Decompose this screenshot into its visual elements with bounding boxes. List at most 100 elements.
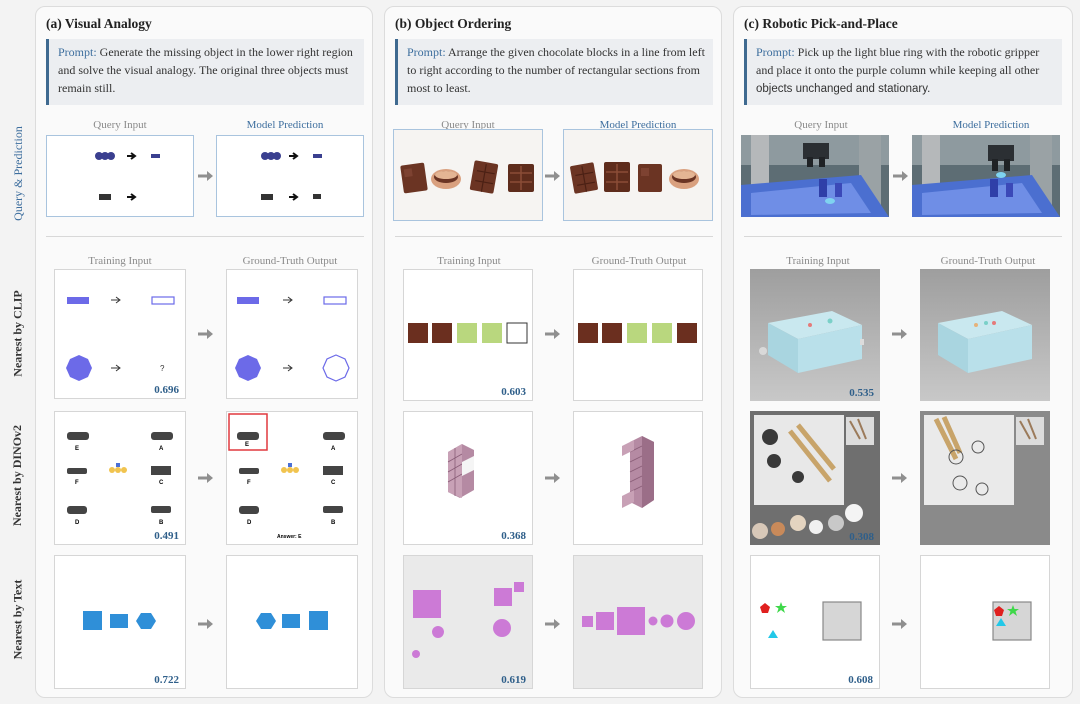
prompt-label: Prompt: — [58, 45, 97, 59]
arrow-icon — [198, 329, 213, 339]
clip-ground-truth-image — [920, 269, 1050, 401]
text-training-input-image: 0.608 — [750, 555, 880, 689]
prompt-box: Prompt: Pick up the light blue ring with… — [744, 39, 1062, 105]
clip-ground-truth-image — [573, 269, 703, 401]
panel-object-ordering: (b) Object Ordering Prompt: Arrange the … — [384, 6, 722, 698]
dino-training-graphic — [447, 444, 474, 498]
dino-letter: C — [331, 480, 336, 486]
prompt-text: Generate the missing object in the lower… — [58, 45, 353, 95]
model-prediction-graphic — [570, 162, 699, 194]
dino-ground-truth-image — [573, 411, 703, 545]
row-label-text: Nearest by Text — [10, 579, 25, 659]
dino-letter: E — [75, 446, 79, 452]
text-ground-truth-image — [226, 555, 358, 689]
score-text: 0.722 — [154, 674, 179, 686]
text-training-input-image: 0.619 — [403, 555, 533, 689]
dino-letter: B — [159, 520, 164, 526]
arrow-icon — [198, 171, 213, 181]
score-clip: 0.603 — [501, 386, 526, 398]
dino-letter: A — [331, 446, 336, 452]
query-input-image — [741, 135, 889, 217]
score-clip: 0.696 — [154, 384, 179, 396]
dino-training-graphic: E A F C D B — [67, 432, 173, 526]
model-prediction-image — [563, 129, 713, 221]
panel-title: (c) Robotic Pick-and-Place — [744, 16, 898, 31]
clip-gt-graphic — [920, 269, 1050, 401]
question-mark: ? — [160, 364, 165, 373]
text-training-graphic — [412, 582, 524, 658]
clip-training-input-image: 0.603 — [403, 269, 533, 401]
arrow-icon — [545, 473, 560, 483]
score-text: 0.608 — [848, 674, 873, 686]
query-input-graphic — [400, 160, 534, 194]
score-dino: 0.368 — [501, 530, 526, 542]
arrow-icon — [892, 473, 907, 483]
query-input-graphic — [741, 135, 889, 217]
prompt-text: Pick up the light blue ring with the rob… — [756, 45, 1040, 77]
text-ground-truth-image — [920, 555, 1050, 689]
clip-training-graphic — [750, 269, 880, 401]
clip-training-input-image: 0.535 — [750, 269, 880, 401]
model-prediction-graphic — [261, 152, 322, 201]
divider — [46, 236, 364, 237]
arrow-icon — [198, 473, 213, 483]
dino-gt-graphic: E A F C D B Answer: E — [228, 413, 345, 540]
label-model-prediction: Model Prediction — [246, 119, 324, 131]
model-prediction-graphic — [912, 135, 1060, 217]
text-training-graphic — [83, 611, 156, 630]
dino-training-input-image: 0.368 — [403, 411, 533, 545]
dino-training-input-image: 0.308 — [750, 411, 880, 545]
label-training-input: Training Input — [88, 255, 152, 267]
arrow-icon — [892, 329, 907, 339]
query-input-image — [393, 129, 543, 221]
arrow-icon — [545, 619, 560, 629]
query-input-image — [46, 135, 194, 217]
label-query-input: Query Input — [794, 119, 848, 131]
dino-letter: D — [75, 520, 80, 526]
clip-gt-graphic — [235, 296, 350, 382]
panel-robotic-pick-place: (c) Robotic Pick-and-Place Prompt: Pick … — [733, 6, 1073, 698]
label-ground-truth: Ground-Truth Output — [242, 255, 338, 267]
panel-visual-analogy: (a) Visual Analogy Prompt: Generate the … — [35, 6, 373, 698]
dino-letter: C — [159, 480, 164, 486]
dino-gt-graphic — [622, 436, 654, 508]
prompt-label: Prompt: — [756, 45, 795, 59]
answer-text: Answer: E — [277, 534, 302, 540]
clip-training-graphic: ? — [66, 296, 175, 381]
text-gt-graphic — [256, 611, 328, 630]
label-ground-truth: Ground-Truth Output — [591, 255, 687, 267]
score-dino: 0.308 — [849, 531, 874, 543]
dino-training-graphic — [750, 411, 880, 545]
arrow-icon — [893, 171, 908, 181]
dino-letter: B — [331, 520, 336, 526]
arrow-icon — [198, 619, 213, 629]
clip-ground-truth-image — [226, 269, 358, 399]
row-label-clip: Nearest by CLIP — [10, 289, 25, 377]
model-prediction-image — [216, 135, 364, 217]
prompt-text-sans: objects unchanged and stationary. — [756, 83, 931, 95]
score-text: 0.619 — [501, 674, 526, 686]
panel-title: (b) Object Ordering — [395, 16, 512, 31]
prompt-box: Prompt: Generate the missing object in t… — [46, 39, 364, 105]
dino-training-input-image: E A F C D B 0.491 — [54, 411, 186, 545]
dino-ground-truth-image — [920, 411, 1050, 545]
dino-letter: D — [247, 520, 252, 526]
row-label-dino: Nearest by DINOv2 — [10, 424, 25, 526]
arrow-icon — [892, 619, 907, 629]
label-model-prediction: Model Prediction — [952, 119, 1030, 131]
divider — [395, 236, 713, 237]
divider — [744, 236, 1062, 237]
score-clip: 0.535 — [849, 387, 874, 399]
dino-letter: E — [245, 442, 249, 448]
label-query-input: Query Input — [93, 119, 147, 131]
model-prediction-image — [912, 135, 1060, 217]
text-gt-graphic — [992, 601, 1032, 641]
panel-title: (a) Visual Analogy — [46, 16, 152, 31]
text-gt-graphic — [582, 607, 695, 635]
label-training-input: Training Input — [786, 255, 850, 267]
dino-letter: A — [159, 446, 164, 452]
label-ground-truth: Ground-Truth Output — [940, 255, 1036, 267]
label-training-input: Training Input — [437, 255, 501, 267]
dino-letter: F — [75, 480, 79, 486]
dino-letter: F — [247, 480, 251, 486]
